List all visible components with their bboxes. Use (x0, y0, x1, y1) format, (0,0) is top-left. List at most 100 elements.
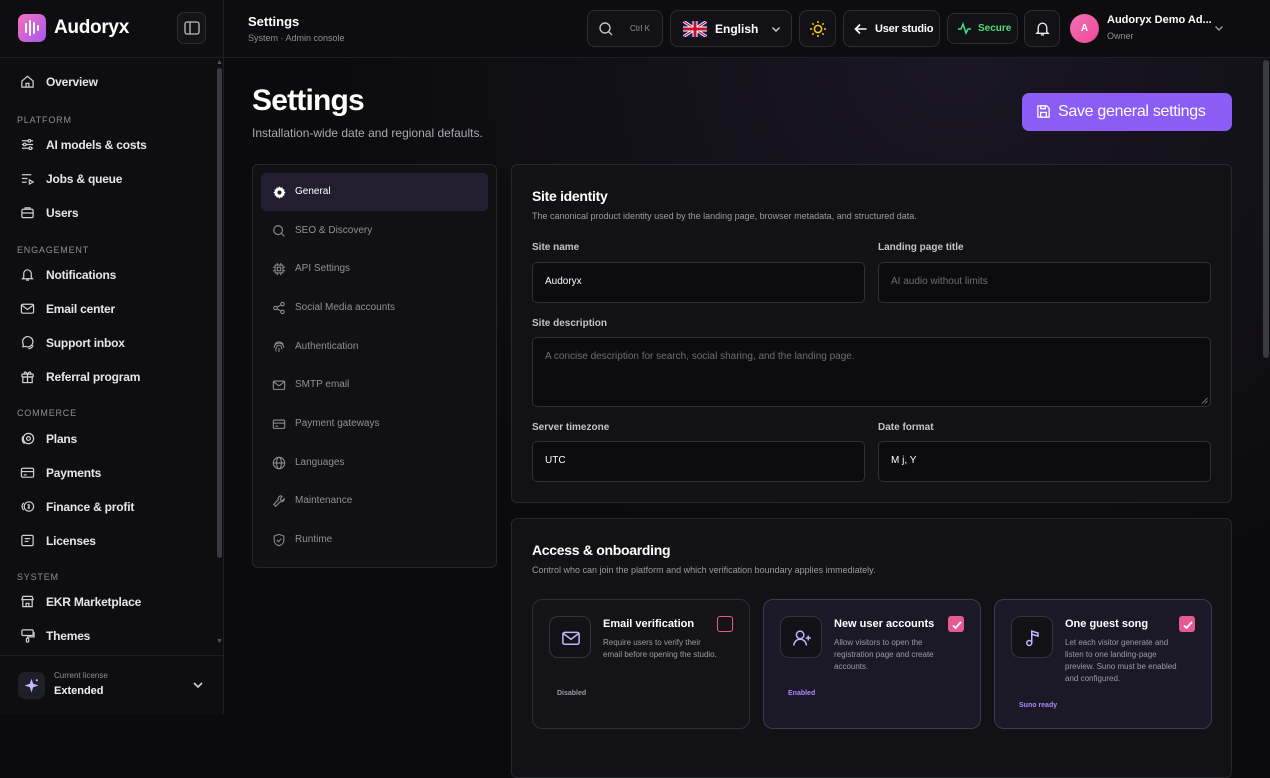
user-menu[interactable]: A Audoryx Demo Ad... Owner (1070, 13, 1260, 45)
main-content: Settings Installation-wide date and regi… (224, 58, 1270, 778)
tile-description: Let each visitor generate and listen to … (1065, 638, 1177, 683)
settings-tab-smtp[interactable]: SMTP email (261, 366, 488, 404)
language-select[interactable]: English (670, 10, 792, 47)
one-guest-song-checkbox[interactable] (1179, 616, 1195, 632)
bell-icon (21, 269, 34, 281)
sidebar-item-marketplace[interactable]: EKR Marketplace (0, 587, 214, 617)
settings-tab-languages[interactable]: Languages (261, 444, 488, 482)
plans-icon (21, 432, 35, 445)
sidebar-item-users[interactable]: Users (0, 198, 214, 228)
secure-status-badge: Secure (947, 13, 1018, 44)
wrench-icon (273, 495, 285, 507)
notifications-button[interactable] (1024, 10, 1060, 47)
site-name-input[interactable]: Audoryx (532, 262, 865, 303)
section-label-engagement: ENGAGEMENT (17, 245, 90, 255)
tile-title: New user accounts (834, 618, 935, 630)
one-guest-song-tile[interactable]: One guest song Let each visitor generate… (994, 599, 1212, 729)
home-icon (21, 75, 34, 88)
sidebar-item-overview[interactable]: Overview (0, 67, 214, 97)
settings-tab-seo[interactable]: SEO & Discovery (261, 212, 488, 250)
scrollbar-thumb[interactable] (217, 68, 222, 558)
fingerprint-icon (273, 341, 285, 352)
sidebar-item-licenses[interactable]: Licenses (0, 526, 214, 556)
search-button[interactable]: Ctrl K (587, 10, 663, 47)
settings-tab-general[interactable]: General (261, 173, 488, 211)
theme-toggle-button[interactable] (799, 10, 836, 47)
settings-tab-label: Payment gateways (295, 418, 380, 429)
resize-grip-icon[interactable] (1201, 397, 1208, 404)
settings-tab-api[interactable]: API Settings (261, 250, 488, 288)
save-general-settings-button[interactable]: Save general settings (1022, 93, 1232, 131)
settings-tab-label: SEO & Discovery (295, 225, 373, 236)
brand-name[interactable]: Audoryx (54, 17, 129, 39)
license-icon (21, 534, 34, 547)
settings-tab-maintenance[interactable]: Maintenance (261, 482, 488, 520)
landing-title-input[interactable]: AI audio without limits (878, 262, 1211, 303)
tile-icon (1011, 616, 1053, 658)
site-identity-card: Site identity The canonical product iden… (511, 164, 1232, 503)
settings-nav: General SEO & Discovery API Settings Soc… (252, 164, 497, 568)
timezone-input[interactable]: UTC (532, 441, 865, 482)
sidebar-nav: Overview PLATFORM AI models & costs Jobs… (0, 58, 214, 650)
sidebar-item-themes[interactable]: Themes (0, 621, 214, 650)
search-shortcut: Ctrl K (630, 24, 650, 33)
sidebar-item-notifications[interactable]: Notifications (0, 260, 214, 290)
tile-title: One guest song (1065, 618, 1149, 630)
email-verification-checkbox[interactable] (717, 616, 733, 632)
music-note-icon (1026, 630, 1039, 647)
sidebar-item-email-center[interactable]: Email center (0, 294, 214, 324)
tile-status: Disabled (557, 690, 587, 697)
sidebar-scrollbar[interactable]: ▲ ▼ (215, 58, 224, 650)
scrollbar-thumb[interactable] (1263, 60, 1269, 358)
settings-tab-social[interactable]: Social Media accounts (261, 289, 488, 327)
card-title: Site identity (532, 188, 608, 204)
save-button-label: Save general settings (1058, 103, 1206, 120)
page-scrollbar[interactable] (1262, 58, 1270, 714)
sidebar-item-label: Support inbox (46, 336, 125, 350)
sidebar-item-plans[interactable]: Plans (0, 424, 214, 454)
user-role: Owner (1107, 31, 1134, 41)
date-format-input[interactable]: M j, Y (878, 441, 1211, 482)
user-plus-icon (793, 630, 811, 646)
site-description-textarea[interactable]: A concise description for search, social… (532, 337, 1211, 407)
sidebar-collapse-button[interactable] (177, 12, 206, 44)
user-name: Audoryx Demo Ad... (1107, 14, 1212, 26)
brand-logo-icon[interactable] (18, 14, 46, 42)
uk-flag-icon (683, 21, 707, 37)
email-verification-tile[interactable]: Email verification Require users to veri… (532, 599, 750, 729)
sun-icon (810, 21, 826, 37)
settings-tab-authentication[interactable]: Authentication (261, 328, 488, 366)
scroll-down-arrow-icon[interactable]: ▼ (216, 638, 223, 645)
sidebar-item-ai-models[interactable]: AI models & costs (0, 130, 214, 160)
scroll-up-arrow-icon[interactable]: ▲ (216, 59, 223, 66)
gear-icon (273, 186, 286, 199)
sidebar-item-label: Finance & profit (46, 500, 135, 514)
tile-status: Suno ready (1019, 702, 1058, 709)
checkmark-icon (952, 621, 962, 630)
wallet-icon (272, 419, 286, 429)
timezone-label: Server timezone (532, 422, 610, 433)
shield-icon (273, 533, 285, 547)
sidebar: Audoryx Overview PLATFORM AI models & co… (0, 0, 224, 714)
new-user-accounts-tile[interactable]: New user accounts Allow visitors to open… (763, 599, 981, 729)
new-user-accounts-checkbox[interactable] (948, 616, 964, 632)
sidebar-toggle-icon (184, 21, 200, 35)
settings-tab-runtime[interactable]: Runtime (261, 521, 488, 559)
sidebar-item-jobs[interactable]: Jobs & queue (0, 164, 214, 194)
sidebar-item-referral[interactable]: Referral program (0, 362, 214, 392)
header-subtitle: System · Admin console (248, 33, 345, 43)
license-switcher[interactable]: Current license Extended (0, 655, 224, 714)
user-studio-button[interactable]: User studio (843, 10, 940, 47)
sidebar-item-finance[interactable]: Finance & profit (0, 492, 214, 522)
settings-tab-label: Runtime (295, 534, 333, 545)
site-description-placeholder: A concise description for search, social… (545, 351, 855, 362)
tile-description: Allow visitors to open the registration … (834, 638, 934, 671)
sidebar-item-payments[interactable]: Payments (0, 458, 214, 488)
top-header: Settings System · Admin console Ctrl K E… (224, 0, 1270, 58)
sidebar-item-support-inbox[interactable]: Support inbox (0, 328, 214, 358)
settings-tab-label: Social Media accounts (295, 302, 396, 313)
settings-tab-label: Maintenance (295, 495, 353, 506)
settings-tab-payment-gateways[interactable]: Payment gateways (261, 405, 488, 443)
site-name-label: Site name (532, 242, 580, 253)
sidebar-item-label: Notifications (46, 268, 117, 282)
